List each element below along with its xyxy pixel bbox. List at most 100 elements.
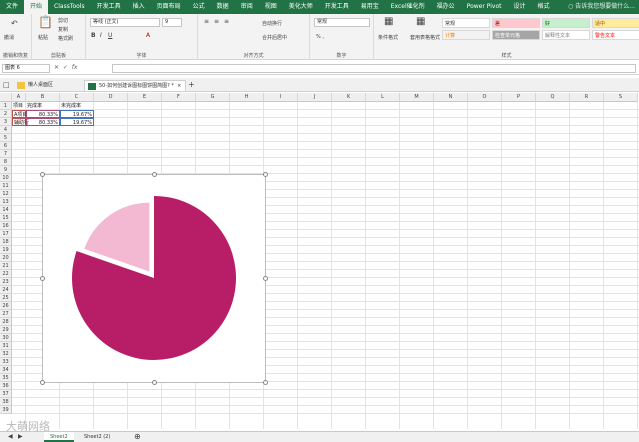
close-icon[interactable]: × <box>176 83 181 89</box>
ribbon-tab-0[interactable]: 文件 <box>0 0 24 14</box>
column-header-P[interactable]: P <box>502 93 536 102</box>
row-header-13[interactable]: 13 <box>0 198 12 206</box>
resize-handle-top[interactable] <box>152 172 157 177</box>
number-format-combo[interactable]: 常规 <box>314 18 370 27</box>
italic-button[interactable]: I <box>100 32 102 39</box>
cell-style-5[interactable]: 检查单元格 <box>492 30 540 40</box>
ribbon-tab-12[interactable]: 易用宝 <box>355 0 385 14</box>
column-header-S[interactable]: S <box>604 93 638 102</box>
column-header-L[interactable]: L <box>366 93 400 102</box>
align-middle-icon[interactable]: ≡ <box>214 18 219 26</box>
table-header-cell[interactable]: 完成率 <box>26 102 60 110</box>
cell-style-1[interactable]: 差 <box>492 18 540 28</box>
row-header-22[interactable]: 22 <box>0 270 12 278</box>
ribbon-tab-4[interactable]: 插入 <box>127 0 151 14</box>
resize-handle-bottom-left[interactable] <box>40 380 45 385</box>
table-cell[interactable]: 19.67% <box>60 118 94 126</box>
ribbon-tab-6[interactable]: 公式 <box>187 0 211 14</box>
row-header-26[interactable]: 26 <box>0 302 12 310</box>
resize-handle-bottom-right[interactable] <box>263 380 268 385</box>
column-header-I[interactable]: I <box>264 93 298 102</box>
confirm-icon[interactable]: ✓ <box>61 64 68 71</box>
column-header-R[interactable]: R <box>570 93 604 102</box>
ribbon-tab-14[interactable]: 福办公 <box>431 0 461 14</box>
row-header-35[interactable]: 35 <box>0 374 12 382</box>
row-header-14[interactable]: 14 <box>0 206 12 214</box>
percent-button[interactable]: % , <box>316 34 324 40</box>
table-header-cell[interactable]: 未完成率 <box>60 102 94 110</box>
worksheet-grid[interactable]: ABCDEFGHIJKLMNOPQRS 1 2 3 4 5 6 7 8 9 10 11 12 13 14 1… <box>0 93 639 429</box>
bold-button[interactable]: B <box>91 32 96 39</box>
row-header-28[interactable]: 28 <box>0 318 12 326</box>
ribbon-tab-1[interactable]: 开始 <box>24 0 49 14</box>
column-header-E[interactable]: E <box>128 93 162 102</box>
column-header-O[interactable]: O <box>468 93 502 102</box>
row-header-7[interactable]: 7 <box>0 150 12 158</box>
row-header-9[interactable]: 9 <box>0 166 12 174</box>
resize-handle-bottom[interactable] <box>152 380 157 385</box>
row-header-38[interactable]: 38 <box>0 398 12 406</box>
resize-handle-right[interactable] <box>263 276 268 281</box>
table-format-icon[interactable]: ▦ <box>416 17 425 27</box>
ribbon-tab-17[interactable]: 格式 <box>531 0 555 14</box>
workbook-tab-desktop[interactable]: 懒人桌面区 <box>14 80 57 91</box>
row-header-4[interactable]: 4 <box>0 126 12 134</box>
select-all-corner[interactable] <box>0 93 12 102</box>
table-cell[interactable]: A项目 <box>12 110 27 118</box>
name-box[interactable]: 图表 6 <box>2 64 50 73</box>
table-cell[interactable]: 19.67% <box>60 110 94 118</box>
align-top-icon[interactable]: ≡ <box>204 18 209 26</box>
conditional-format-icon[interactable]: ▦ <box>384 17 393 27</box>
row-header-15[interactable]: 15 <box>0 214 12 222</box>
row-header-5[interactable]: 5 <box>0 134 12 142</box>
ribbon-tab-8[interactable]: 审阅 <box>235 0 259 14</box>
row-header-2[interactable]: 2 <box>0 110 12 118</box>
sheet-tab-sheet2[interactable]: Sheet2 <box>44 432 74 442</box>
column-header-N[interactable]: N <box>434 93 468 102</box>
ribbon-tab-5[interactable]: 页面布局 <box>151 0 187 14</box>
row-header-24[interactable]: 24 <box>0 286 12 294</box>
ribbon-tab-13[interactable]: Excel催化剂 <box>385 0 431 14</box>
merge-center-button[interactable]: 合并后居中 <box>262 34 287 41</box>
row-header-36[interactable]: 36 <box>0 382 12 390</box>
row-header-34[interactable]: 34 <box>0 366 12 374</box>
insert-function-icon[interactable]: fx <box>70 64 78 71</box>
column-header-K[interactable]: K <box>332 93 366 102</box>
cancel-icon[interactable]: ✕ <box>54 64 59 71</box>
ribbon-tab-2[interactable]: ClassTools <box>48 0 91 14</box>
ribbon-tab-16[interactable]: 设计 <box>507 0 531 14</box>
column-header-M[interactable]: M <box>400 93 434 102</box>
row-header-8[interactable]: 8 <box>0 158 12 166</box>
resize-handle-top-right[interactable] <box>263 172 268 177</box>
resize-handle-top-left[interactable] <box>40 172 45 177</box>
row-header-30[interactable]: 30 <box>0 334 12 342</box>
table-cell[interactable]: 80.33% <box>26 110 60 118</box>
cell-style-4[interactable]: 计算 <box>442 30 490 40</box>
paste-icon[interactable]: 📋 <box>38 16 53 28</box>
new-workbook-icon[interactable]: □ <box>3 81 10 89</box>
column-header-J[interactable]: J <box>298 93 332 102</box>
column-header-G[interactable]: G <box>196 93 230 102</box>
pie-chart[interactable] <box>40 172 268 385</box>
add-tab-icon[interactable]: + <box>188 81 195 89</box>
column-header-F[interactable]: F <box>162 93 196 102</box>
column-header-D[interactable]: D <box>94 93 128 102</box>
column-header-A[interactable]: A <box>12 93 26 102</box>
ribbon-tab-15[interactable]: Power Pivot <box>461 0 508 14</box>
row-header-19[interactable]: 19 <box>0 246 12 254</box>
font-name-combo[interactable]: 等线 (正文) <box>90 18 160 27</box>
font-color-button[interactable]: A <box>146 32 150 39</box>
column-header-B[interactable]: B <box>26 93 60 102</box>
ribbon-tab-3[interactable]: 开发工具 <box>91 0 127 14</box>
row-header-10[interactable]: 10 <box>0 174 12 182</box>
row-header-25[interactable]: 25 <box>0 294 12 302</box>
row-header-1[interactable]: 1 <box>0 102 12 110</box>
row-header-23[interactable]: 23 <box>0 278 12 286</box>
table-header-cell[interactable]: 项目 <box>12 102 26 110</box>
row-header-29[interactable]: 29 <box>0 326 12 334</box>
column-header-C[interactable]: C <box>60 93 94 102</box>
next-sheet-icon[interactable]: ▶ <box>18 433 23 441</box>
ribbon-tab-7[interactable]: 数据 <box>211 0 235 14</box>
row-header-16[interactable]: 16 <box>0 222 12 230</box>
row-header-20[interactable]: 20 <box>0 254 12 262</box>
